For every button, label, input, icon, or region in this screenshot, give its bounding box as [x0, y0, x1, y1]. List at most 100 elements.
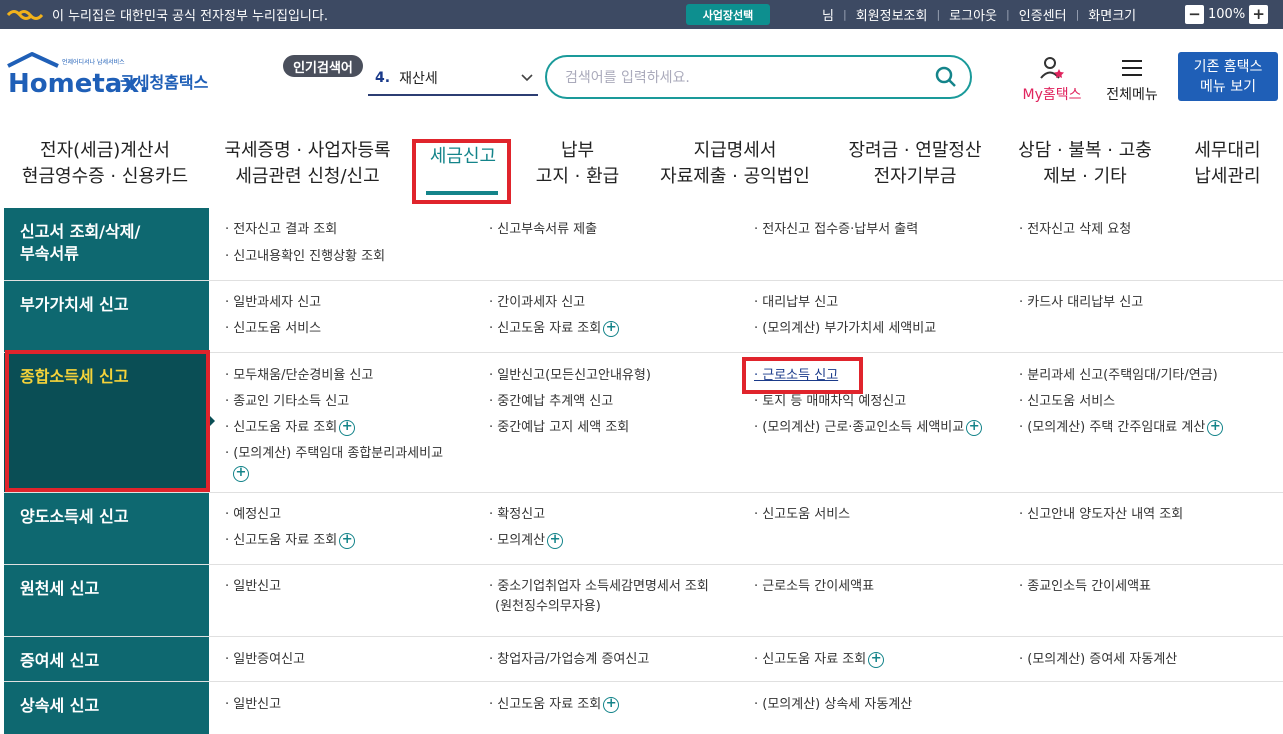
row-heading[interactable]: 부가가치세 신고 — [4, 281, 209, 352]
menu-link[interactable]: · (모의계산) 주택임대 종합분리과세비교 — [225, 445, 443, 463]
row-heading[interactable]: 원천세 신고 — [4, 565, 209, 636]
menu-link[interactable]: · 전자신고 접수증·납부서 출력 — [754, 221, 918, 239]
plus-circle-icon[interactable]: + — [603, 696, 620, 713]
row-heading[interactable]: 신고서 조회/삭제/ 부속서류 — [4, 208, 209, 280]
menu-link[interactable]: · 종교인소득 간이세액표 — [1019, 578, 1151, 596]
menu-link-label: · 신고도움 자료 조회 — [754, 652, 867, 667]
menu-link-label: · 모의계산 — [489, 533, 546, 548]
menu-link[interactable]: · 대리납부 신고 — [754, 294, 838, 312]
all-menu-button[interactable]: 전체메뉴 — [1100, 56, 1164, 104]
menu-link-with-plus[interactable]: · 신고도움 자료 조회 + — [489, 320, 620, 338]
menu-link[interactable]: · 중간예납 추계액 신고 — [489, 393, 613, 411]
nav-incentive[interactable]: 장려금 · 연말정산전자기부금 — [840, 138, 990, 190]
menu-link-with-plus[interactable]: · 신고도움 자료 조회 + — [225, 419, 356, 437]
hometax-logo-icon: 언제어디서나 납세서비스 Hometax. 국세청홈택스 — [7, 52, 209, 99]
zoom-out-button[interactable]: − — [1185, 5, 1204, 24]
nav-payment[interactable]: 납부고지 · 환급 — [530, 138, 625, 190]
plus-circle-icon[interactable]: + — [1207, 419, 1224, 436]
nav-tax-agent[interactable]: 세무대리 납세관리 — [1180, 138, 1275, 190]
menu-link[interactable]: · (모의계산) 부가가치세 세액비교 — [754, 320, 936, 338]
nav-certificates[interactable]: 국세증명 · 사업자등록 세금관련 신청/신고 — [215, 138, 400, 190]
menu-link-with-plus[interactable]: · 신고도움 자료 조회 + — [489, 696, 620, 714]
plus-circle-icon[interactable]: + — [603, 320, 620, 337]
menu-link[interactable]: · 신고내용확인 진행상황 조회 — [225, 248, 385, 266]
menu-link[interactable]: · 근로소득 간이세액표 — [754, 578, 874, 596]
search-icon[interactable] — [934, 65, 958, 89]
nav-label: 세금관련 신청/신고 — [235, 166, 380, 187]
menu-link[interactable]: · 모두채움/단순경비율 신고 — [225, 367, 373, 385]
my-hometax-button[interactable]: My홈택스 — [1016, 56, 1088, 104]
menu-link[interactable]: · (모의계산) 상속세 자동계산 — [754, 696, 912, 714]
nav-label: 지급명세서 — [693, 140, 777, 161]
plus-circle-icon[interactable]: + — [547, 532, 564, 549]
all-menu-label: 전체메뉴 — [1106, 87, 1158, 103]
nav-label: 고지 · 환급 — [535, 166, 620, 187]
row-heading[interactable]: 양도소득세 신고 — [4, 493, 209, 564]
nav-consulting[interactable]: 상담 · 불복 · 고충 제보 · 기타 — [1010, 138, 1160, 190]
menu-link[interactable]: · 신고도움 서비스 — [1019, 393, 1115, 411]
nav-payment-statement[interactable]: 지급명세서자료제출 · 공익법인 — [650, 138, 820, 190]
popular-rank: 4. — [375, 70, 391, 86]
menu-link[interactable]: · 창업자금/가업승계 증여신고 — [489, 651, 649, 669]
menu-link-with-plus[interactable]: · 모의계산 + — [489, 532, 564, 550]
menu-link[interactable]: · 간이과세자 신고 — [489, 294, 585, 312]
menu-link[interactable]: · (모의계산) 증여세 자동계산 — [1019, 651, 1177, 669]
menu-link[interactable]: · 중간예납 고지 세액 조회 — [489, 419, 629, 437]
popular-keyword: 재산세 — [399, 71, 438, 87]
logo-korean-text: 국세청홈택스 — [120, 73, 209, 92]
nav-label: 납부 — [560, 140, 595, 161]
menu-link[interactable]: · 일반과세자 신고 — [225, 294, 321, 312]
plus-circle-icon[interactable]: + — [233, 465, 249, 482]
menu-link[interactable]: · 전자신고 삭제 요청 — [1019, 221, 1131, 239]
menu-link-label: · (모의계산) 근로·종교인소득 세액비교 — [754, 420, 965, 435]
nav-label: 장려금 · 연말정산 — [848, 140, 982, 161]
menu-link-label: · 신고도움 자료 조회 — [489, 697, 602, 712]
menu-link-plus[interactable]: + — [231, 465, 249, 483]
menu-link[interactable]: · 종교인 기타소득 신고 — [225, 393, 349, 411]
menu-link[interactable]: · 예정신고 — [225, 506, 281, 524]
nav-label: 전자기부금 — [873, 166, 957, 187]
menu-link-with-plus[interactable]: · (모의계산) 근로·종교인소득 세액비교 + — [754, 419, 983, 437]
menu-link-with-plus[interactable]: · 신고도움 자료 조회 + — [754, 651, 885, 669]
plus-circle-icon[interactable]: + — [966, 419, 983, 436]
menu-link[interactable]: · 신고부속서류 제출 — [489, 221, 597, 239]
menu-link[interactable]: · 신고안내 양도자산 내역 조회 — [1019, 506, 1183, 524]
row-heading[interactable]: 증여세 신고 — [4, 637, 209, 681]
menu-row-gift-tax: 증여세 신고 · 일반증여신고 · 창업자금/가업승계 증여신고 · 신고도움 … — [4, 637, 1283, 682]
menu-link[interactable]: · 신고도움 서비스 — [754, 506, 850, 524]
menu-link-with-plus[interactable]: · (모의계산) 주택 간주임대료 계산 + — [1019, 419, 1224, 437]
hometax-logo[interactable]: 언제어디서나 납세서비스 Hometax. 국세청홈택스 — [6, 52, 221, 102]
top-bar: 이 누리집은 대한민국 공식 전자정부 누리집입니다. 사업장선택 님 | 회원정… — [0, 0, 1283, 29]
old-home-line2: 메뉴 보기 — [1200, 79, 1256, 95]
plus-circle-icon[interactable]: + — [339, 532, 356, 549]
menu-link[interactable]: · 일반신고 — [225, 578, 281, 596]
logout-link[interactable]: 로그아웃 — [949, 5, 997, 24]
search-input[interactable]: 검색어를 입력하세요. — [545, 55, 972, 99]
plus-circle-icon[interactable]: + — [339, 419, 356, 436]
member-info-link[interactable]: 회원정보조회 — [856, 5, 928, 24]
nav-tax-invoice[interactable]: 전자(세금)계산서 현금영수증 · 신용카드 — [20, 138, 190, 190]
menu-link[interactable]: · 일반증여신고 — [225, 651, 305, 669]
row-heading[interactable]: 상속세 신고 — [4, 682, 209, 734]
menu-link[interactable]: · 일반신고(모든신고안내유형) — [489, 367, 651, 385]
chevron-down-icon — [521, 74, 533, 82]
auth-center-link[interactable]: 인증센터 — [1019, 5, 1067, 24]
menu-link[interactable]: · 일반신고 — [225, 696, 281, 714]
nav-label: 제보 · 기타 — [1043, 166, 1127, 187]
menu-link[interactable]: · 카드사 대리납부 신고 — [1019, 294, 1143, 312]
menu-link[interactable]: · 토지 등 매매차익 예정신고 — [754, 393, 906, 411]
plus-circle-icon[interactable]: + — [868, 651, 885, 668]
menu-link-with-plus[interactable]: · 신고도움 자료 조회 + — [225, 532, 356, 550]
menu-link[interactable]: · 중소기업취업자 소득세감면명세서 조회 — [489, 578, 709, 596]
business-select-button[interactable]: 사업장선택 — [686, 4, 770, 25]
zoom-in-button[interactable]: + — [1249, 5, 1269, 24]
old-home-menu-button[interactable]: 기존 홈택스 메뉴 보기 — [1178, 52, 1278, 101]
menu-link[interactable]: · 전자신고 결과 조회 — [225, 221, 337, 239]
popular-search-select[interactable]: 4. 재산세 — [368, 62, 538, 96]
menu-link[interactable]: · 분리과세 신고(주택임대/기타/연금) — [1019, 367, 1218, 385]
menu-link-label: · 신고도움 자료 조회 — [225, 420, 338, 435]
nav-label: 자료제출 · 공익법인 — [660, 166, 810, 187]
menu-link[interactable]: · 신고도움 서비스 — [225, 320, 321, 338]
menu-link[interactable]: · 확정신고 — [489, 506, 545, 524]
menu-row-withholding-tax: 원천세 신고 · 일반신고 · 중소기업취업자 소득세감면명세서 조회 (원천징… — [4, 565, 1283, 637]
